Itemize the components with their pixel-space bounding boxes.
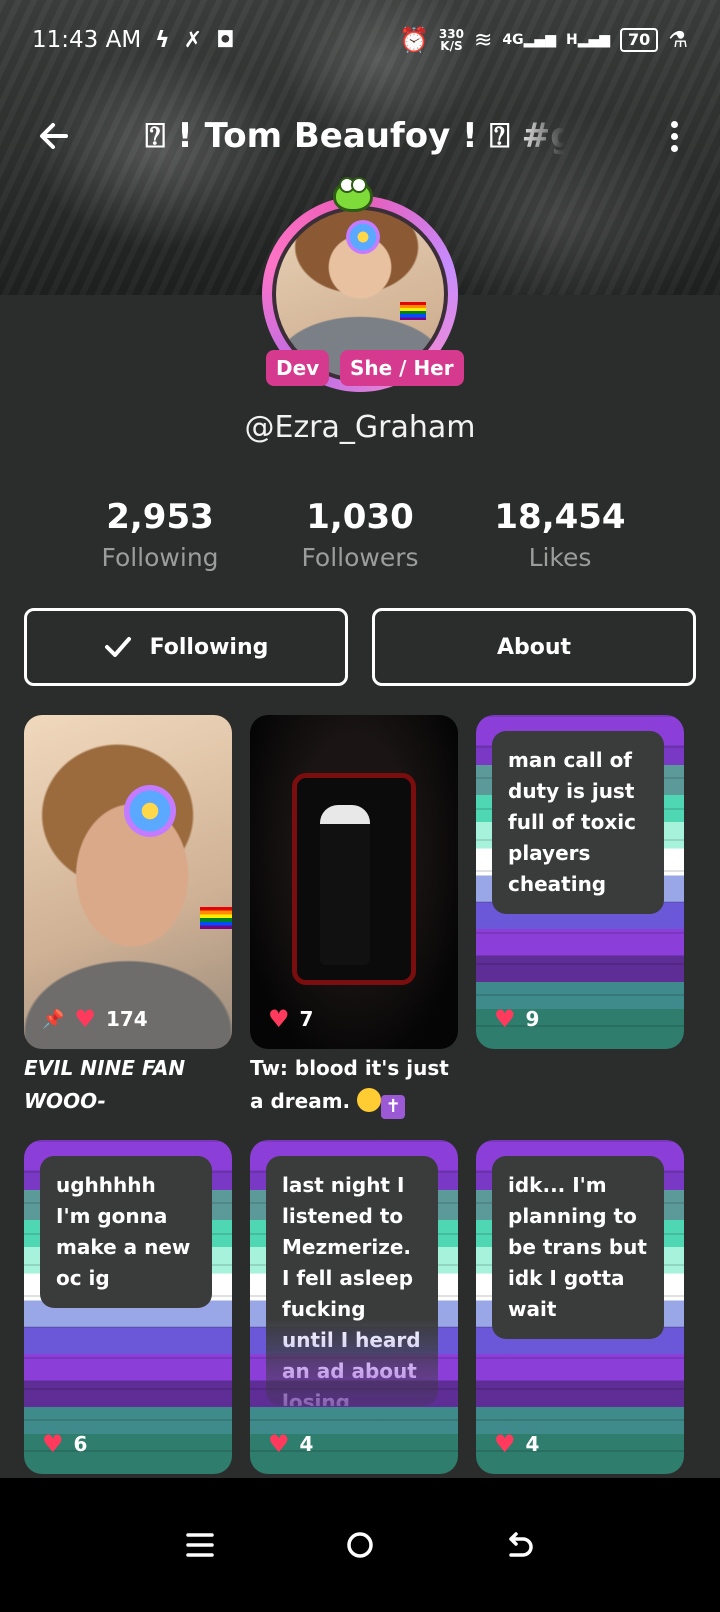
pin-icon: 📌 [42,1008,65,1030]
stat-value: 2,953 [106,497,214,537]
like-count: 9 [525,1007,540,1031]
page-title: ⍰ ! Tom Beaufoy ! ⍰ #gjf [145,116,565,156]
stat-value: 18,454 [494,497,626,537]
post-caption: Tw: blood it's just a dream. ✝ [250,1052,460,1119]
post-tile[interactable]: ♥ 7 [250,715,458,1049]
like-count: 174 [105,1007,148,1031]
post-likes: ♥ 4 [494,1432,539,1456]
stat-label: Followers [301,543,419,572]
badge-dev: Dev [266,350,330,386]
pride-flag-icon [400,302,426,320]
signal-4g: 4G▂▄▆ [502,32,556,48]
like-count: 4 [299,1432,314,1456]
battery-indicator: 70 [620,28,659,52]
about-button[interactable]: About [372,608,696,686]
post-caption: EVIL NINE FAN WOOO- [24,1056,186,1113]
status-time: 11:43 AM [32,27,142,53]
post-text: ughhhhh I'm gonna make a new oc ig [40,1156,212,1308]
net-speed: 330 K/S [439,28,464,52]
heart-icon: ♥ [268,1430,290,1458]
stat-followers[interactable]: 1,030 Followers [260,495,460,577]
post-likes: ♥ 4 [268,1432,313,1456]
flask-icon: ⚗ [668,27,688,53]
menu-icon [186,1533,214,1557]
post-tile[interactable]: man call of duty is just full of toxic p… [476,715,684,1049]
network-label: 4G [502,32,524,48]
more-options-button[interactable] [650,112,698,160]
post-text: man call of duty is just full of toxic p… [492,731,664,914]
lightning-icon: ϟ [155,27,170,53]
about-button-label: About [496,634,572,660]
figure-drawing [320,805,370,965]
wifi-icon: ≋ [473,27,493,53]
heart-icon: ♥ [74,1005,96,1033]
flower-crown-icon [124,785,176,837]
home-circle-icon [347,1532,373,1558]
menu-button[interactable] [170,1515,230,1575]
heart-icon: ♥ [494,1430,516,1458]
top-navigation: ⍰ ! Tom Beaufoy ! ⍰ #gjf [0,100,720,172]
post-tile[interactable]: 📌 ♥ 174 [24,715,232,1049]
post-tile[interactable]: idk... I'm planning to be trans but idk … [476,1140,684,1474]
stat-label: Likes [528,543,592,572]
stat-likes[interactable]: 18,454 Likes [460,495,660,577]
profile-badges: Dev She / Her [0,350,720,390]
more-dot-icon [670,132,678,140]
home-button[interactable] [330,1515,390,1575]
app-icon: ◘ [216,27,235,53]
like-count: 6 [73,1432,88,1456]
system-back-button[interactable] [490,1515,550,1575]
alarm-icon: ⏰ [399,26,429,54]
more-dot-icon [670,144,678,152]
back-button[interactable] [30,112,78,160]
stat-following[interactable]: 2,953 Following [60,495,260,577]
more-dot-icon [670,120,678,128]
signal-h: H▂▄▆ [565,32,610,48]
following-button-label: Following [149,634,269,660]
stat-label: Following [101,543,219,572]
badge-pronouns: She / Her [340,350,464,386]
halo-emoji-icon [357,1088,382,1112]
notification-icon: ✗ [183,27,203,53]
heart-icon: ♥ [42,1430,64,1458]
post-likes: ♥ 6 [42,1432,87,1456]
system-navigation-bar [0,1478,720,1612]
back-arrow-icon [40,123,68,149]
checkmark-icon [104,637,131,657]
post-text: last night I listened to Mezmerize. I fe… [266,1156,438,1406]
network-label-2: H [565,32,578,48]
stat-value: 1,030 [306,497,414,537]
cross-emoji-icon: ✝ [381,1095,406,1119]
post-likes: ♥ 7 [268,1007,313,1031]
status-bar: 11:43 AM ϟ ✗ ◘ ⏰ 330 K/S ≋ 4G▂▄▆ H▂▄▆ 70… [0,0,720,80]
post-tile[interactable]: last night I listened to Mezmerize. I fe… [250,1140,458,1474]
frog-sticker-icon [333,177,373,212]
heart-icon: ♥ [268,1005,290,1033]
post-likes: 📌 ♥ 174 [42,1007,148,1031]
profile-stats: 2,953 Following 1,030 Followers 18,454 L… [0,495,720,585]
post-text: idk... I'm planning to be trans but idk … [492,1156,664,1339]
heart-icon: ♥ [494,1005,516,1033]
post-likes: ♥ 9 [494,1007,539,1031]
post-tile[interactable]: ughhhhh I'm gonna make a new oc ig ♥ 6 [24,1140,232,1474]
following-button[interactable]: Following [24,608,348,686]
post-caption-text: Tw: blood it's just a dream. [250,1056,449,1113]
like-count: 4 [525,1432,540,1456]
net-speed-unit: K/S [440,39,463,53]
flower-crown-icon [346,220,380,254]
like-count: 7 [299,1007,314,1031]
return-arrow-icon [509,1532,533,1557]
pride-flag-icon [200,907,232,929]
username-handle: @Ezra_Graham [244,410,476,445]
